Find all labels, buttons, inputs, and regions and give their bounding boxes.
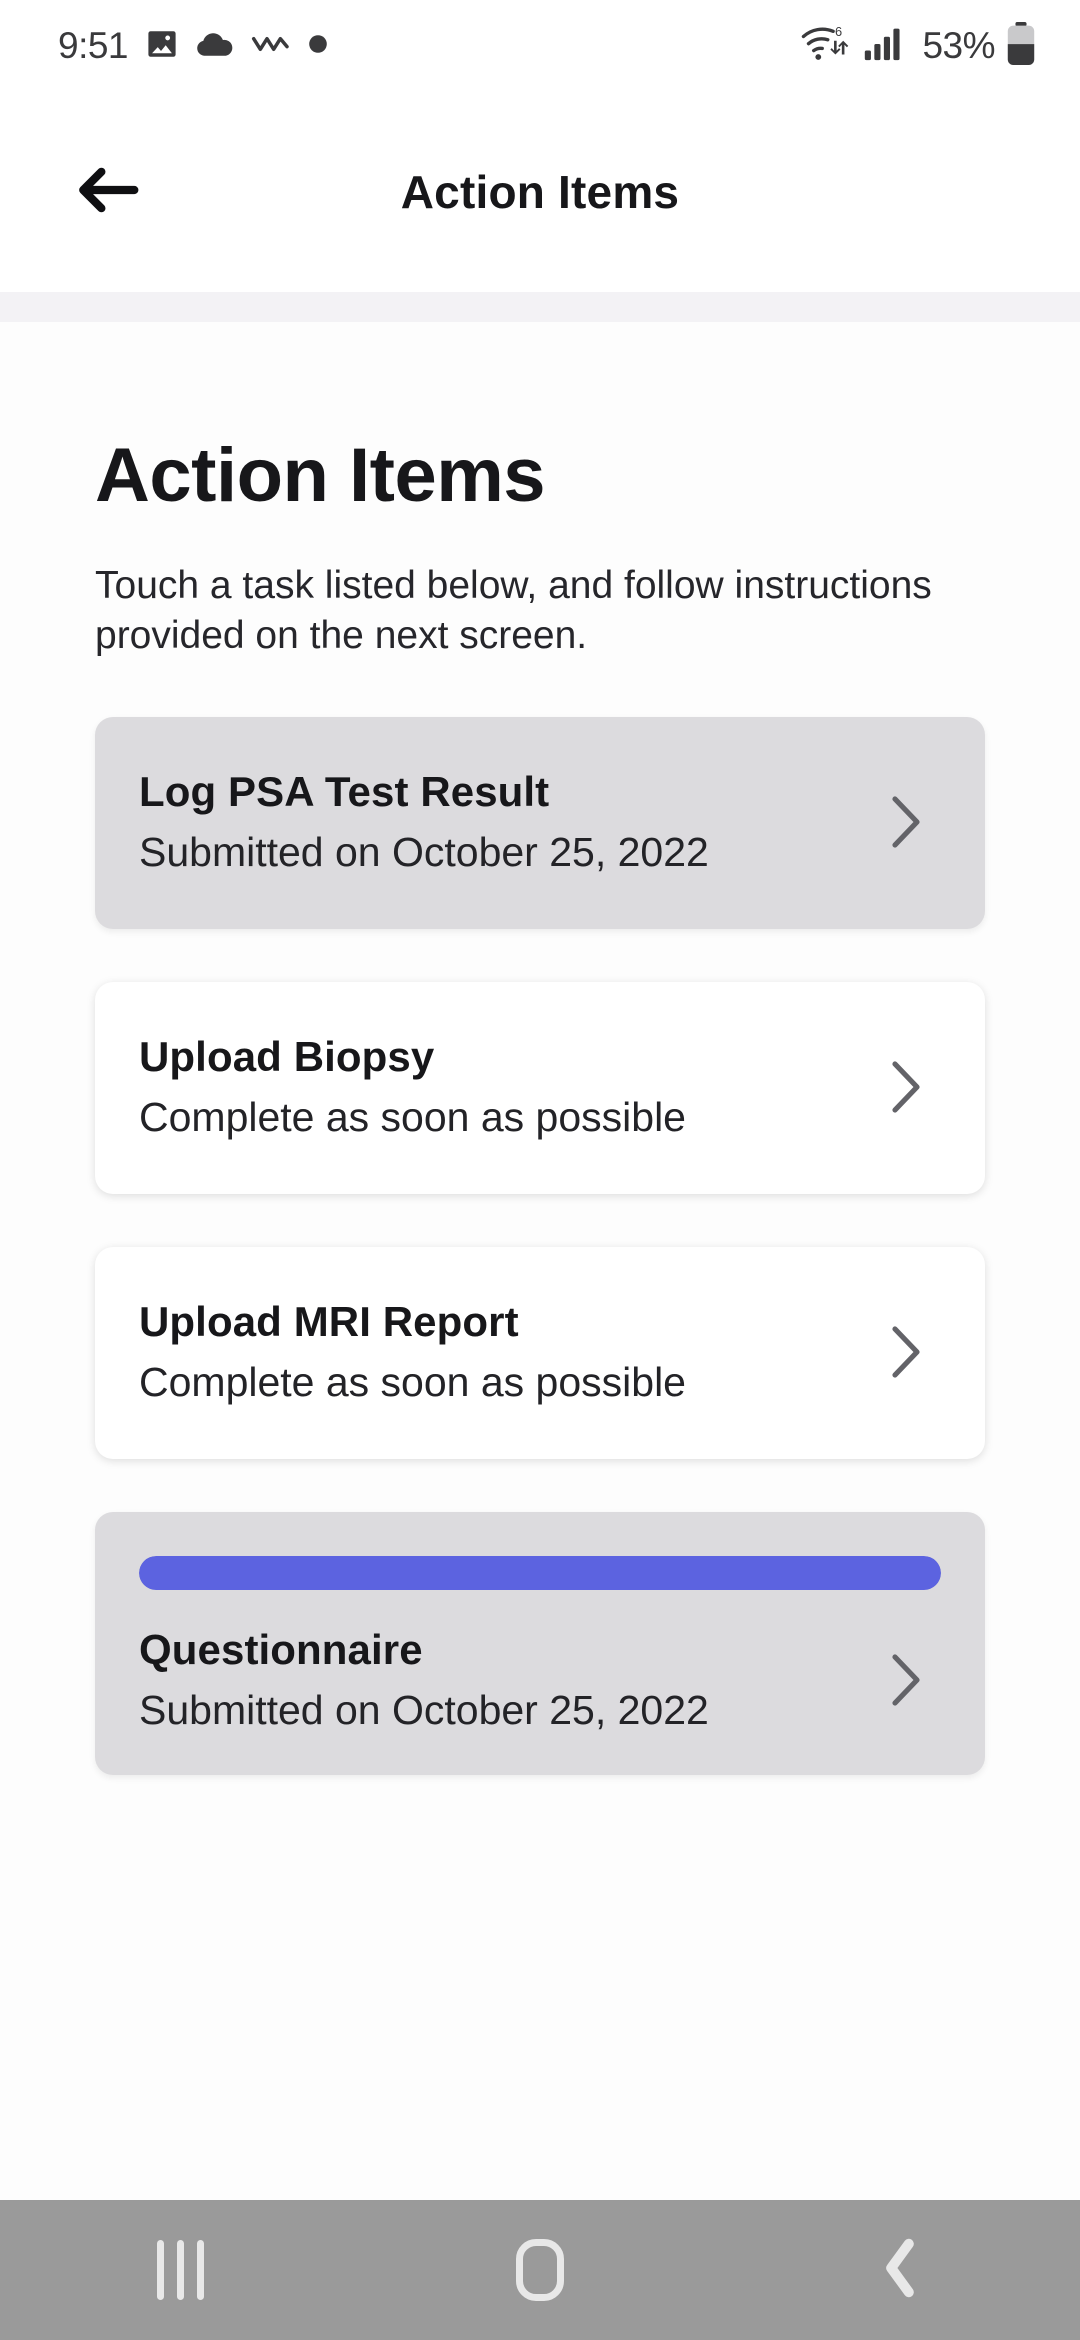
- recents-icon: [156, 2240, 204, 2300]
- arrow-left-icon: [77, 164, 139, 221]
- battery-icon: [1006, 21, 1036, 71]
- page-title: Action Items: [95, 433, 546, 518]
- main-content: Action Items Touch a task listed below, …: [0, 322, 1080, 2200]
- task-card-log-psa-test-result[interactable]: Log PSA Test Result Submitted on October…: [95, 716, 985, 929]
- task-card-upload-mri-report[interactable]: Upload MRI Report Complete as soon as po…: [95, 1246, 985, 1459]
- task-subtitle: Submitted on October 25, 2022: [139, 829, 709, 876]
- task-card-questionnaire[interactable]: Questionnaire Submitted on October 25, 2…: [95, 1511, 985, 1776]
- home-icon: [516, 2239, 564, 2301]
- nav-recents-button[interactable]: [0, 2200, 360, 2340]
- task-card-upload-biopsy[interactable]: Upload Biopsy Complete as soon as possib…: [95, 981, 985, 1194]
- chevron-right-icon: [871, 1323, 941, 1381]
- task-card-row: Questionnaire Submitted on October 25, 2…: [139, 1624, 941, 1735]
- dot-icon: [308, 34, 328, 59]
- chevron-right-icon: [871, 1058, 941, 1116]
- chevron-right-icon: [871, 1651, 941, 1709]
- svg-text:6: 6: [835, 23, 842, 38]
- task-subtitle: Submitted on October 25, 2022: [139, 1687, 709, 1734]
- task-title: Upload Biopsy: [139, 1033, 435, 1081]
- android-navigation-bar: [0, 2200, 1080, 2340]
- wifi-6-icon: 6: [801, 23, 853, 70]
- battery-percent-label: 53%: [922, 25, 995, 66]
- status-bar-left: 9:51: [58, 25, 328, 67]
- task-card-body: Log PSA Test Result Submitted on October…: [139, 766, 853, 877]
- task-subtitle: Complete as soon as possible: [139, 1359, 686, 1406]
- cloud-icon: [196, 29, 234, 64]
- task-list: Log PSA Test Result Submitted on October…: [95, 716, 985, 1776]
- questionnaire-progress-bar: [139, 1555, 941, 1590]
- questionnaire-progress-fill: [139, 1555, 941, 1590]
- task-card-body: Upload Biopsy Complete as soon as possib…: [139, 1031, 853, 1142]
- page-description: Touch a task listed below, and follow in…: [95, 564, 932, 657]
- task-title: Upload MRI Report: [139, 1298, 519, 1346]
- status-bar-right: 6 53%: [801, 21, 1036, 71]
- cellular-signal-icon: [864, 27, 906, 66]
- task-subtitle: Complete as soon as possible: [139, 1094, 686, 1141]
- activity-zigzag-icon: [251, 31, 291, 62]
- task-card-body: Upload MRI Report Complete as soon as po…: [139, 1296, 853, 1407]
- header-divider-strip: [0, 292, 1080, 322]
- status-clock: 9:51: [58, 25, 129, 66]
- nav-home-button[interactable]: [360, 2200, 720, 2340]
- nav-back-button[interactable]: [720, 2200, 1080, 2340]
- back-icon: [882, 2237, 918, 2304]
- phone-screen: 9:51 6 53% Action Items Action Items Tou…: [0, 0, 1080, 2340]
- app-bar: Action Items: [0, 92, 1080, 292]
- back-button[interactable]: [62, 146, 154, 238]
- task-title: Questionnaire: [139, 1625, 423, 1673]
- task-title: Log PSA Test Result: [139, 768, 550, 816]
- photo-icon: [145, 27, 179, 66]
- status-bar: 9:51 6 53%: [0, 0, 1080, 92]
- app-bar-title: Action Items: [400, 166, 680, 218]
- chevron-right-icon: [871, 793, 941, 851]
- task-card-body: Questionnaire Submitted on October 25, 2…: [139, 1624, 853, 1735]
